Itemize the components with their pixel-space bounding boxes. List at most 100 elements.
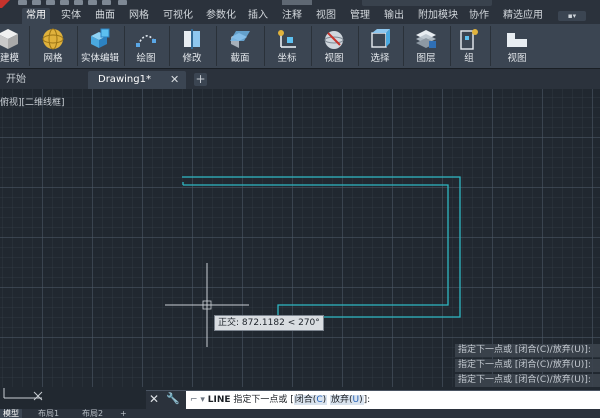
section-button[interactable]: 截面 xyxy=(218,24,262,68)
workspace-dropdown[interactable]: ▪▾ xyxy=(558,11,586,21)
line-outer[interactable] xyxy=(182,176,461,318)
ribbon-button-label: 修改 xyxy=(182,53,202,64)
tab-output[interactable]: 输出 xyxy=(384,8,404,24)
selection-cube-icon xyxy=(371,29,390,48)
ucs-icon xyxy=(3,388,43,401)
document-tab-bar: 开始 Drawing1* ✕ + xyxy=(0,69,600,89)
tab-drawing1[interactable]: Drawing1* ✕ xyxy=(88,71,186,89)
ribbon-button-label: 坐标 xyxy=(277,53,297,64)
tab-manage[interactable]: 管理 xyxy=(350,8,370,24)
tab-solid[interactable]: 实体 xyxy=(61,8,81,24)
ribbon-separator xyxy=(169,26,170,66)
view-sphere-button[interactable]: 视图 xyxy=(313,24,355,68)
new-tab-button[interactable]: + xyxy=(194,73,207,86)
tab-layout2[interactable]: 布局2 xyxy=(82,409,103,418)
ribbon-button-label: 视图 xyxy=(507,53,527,64)
ribbon-button-label: 网格 xyxy=(43,53,63,64)
option-close-label: 闭合( xyxy=(294,395,317,405)
layers-button[interactable]: 图层 xyxy=(405,24,447,68)
option-undo-end: ) xyxy=(359,395,363,405)
quick-access-toolbar xyxy=(0,0,600,10)
close-tab-icon[interactable]: ✕ xyxy=(170,71,179,89)
option-close-end: ) xyxy=(322,395,327,405)
tab-model[interactable]: 模型 xyxy=(0,409,22,418)
tab-insert[interactable]: 插入 xyxy=(248,8,268,24)
selection-button[interactable]: 选择 xyxy=(360,24,400,68)
ribbon-button-label: 图层 xyxy=(416,53,436,64)
new-file-icon[interactable] xyxy=(18,0,27,5)
tab-collaborate[interactable]: 协作 xyxy=(469,8,489,24)
ribbon-panel: 建模 网格 实体编辑 绘图 修改 截面 坐标 视图 选择 图层 组 视图 xyxy=(0,24,600,69)
ribbon-button-label: 组 xyxy=(464,53,474,64)
tab-drawing1-label: Drawing1* xyxy=(98,74,151,85)
drawing-canvas[interactable]: 俯视][二维线框] 正交: 872.1182 < 270° xyxy=(0,89,600,387)
layers-icon xyxy=(416,30,436,48)
tab-visualize[interactable]: 可视化 xyxy=(163,8,193,24)
option-undo[interactable]: 放弃(U) xyxy=(330,395,364,405)
open-file-icon[interactable] xyxy=(32,0,41,5)
command-name: LINE xyxy=(207,395,231,405)
view-icon xyxy=(507,33,527,47)
draw-arc-icon xyxy=(136,35,156,47)
ribbon-separator xyxy=(216,26,217,66)
share-icon[interactable] xyxy=(118,0,127,5)
line-inner[interactable] xyxy=(183,184,449,317)
coordinates-button[interactable]: 坐标 xyxy=(266,24,308,68)
tab-view[interactable]: 视图 xyxy=(316,8,336,24)
close-icon[interactable]: ✕ xyxy=(149,392,159,406)
save-as-icon[interactable] xyxy=(60,0,69,5)
option-close[interactable]: 闭合(C) xyxy=(293,395,328,405)
tab-annotate[interactable]: 注释 xyxy=(282,8,302,24)
ribbon-button-label: 截面 xyxy=(230,53,250,64)
save-icon[interactable] xyxy=(46,0,55,5)
command-prompt-suffix: ]: xyxy=(363,395,371,405)
cube-icon xyxy=(0,29,18,49)
view-button[interactable]: 视图 xyxy=(492,24,542,68)
layout-tab-bar: 模型 布局1 布局2 + xyxy=(0,409,600,418)
redo-icon[interactable] xyxy=(102,0,111,5)
plot-icon[interactable] xyxy=(74,0,83,5)
ribbon-separator xyxy=(77,26,78,66)
wrench-icon[interactable]: 🔧 xyxy=(166,392,180,405)
drawing-geometry xyxy=(165,176,461,347)
ribbon-button-label: 建模 xyxy=(0,53,20,64)
solid-edit-icon xyxy=(91,28,110,48)
ribbon-separator xyxy=(403,26,404,66)
tab-start[interactable]: 开始 xyxy=(6,71,86,89)
ribbon-separator xyxy=(264,26,265,66)
command-line: ✕ 🔧 ⌐ ▾ LINE 指定下一点或 [闭合(C) 放弃(U)]: xyxy=(146,390,600,409)
window-title xyxy=(282,0,312,5)
tab-parametric[interactable]: 参数化 xyxy=(206,8,236,24)
solid-edit-button[interactable]: 实体编辑 xyxy=(79,24,121,68)
tab-featured-apps[interactable]: 精选应用 xyxy=(503,8,543,24)
ribbon-separator xyxy=(29,26,30,66)
undo-icon[interactable] xyxy=(88,0,97,5)
ribbon-button-label: 选择 xyxy=(370,53,390,64)
tab-mesh[interactable]: 网格 xyxy=(129,8,149,24)
tab-start-label: 开始 xyxy=(6,74,26,85)
ribbon-button-label: 视图 xyxy=(324,53,344,64)
tab-addins[interactable]: 附加模块 xyxy=(418,8,458,24)
history-line: 指定下一点或 [闭合(C)/放弃(U)]: xyxy=(455,344,600,357)
mesh-sphere-icon xyxy=(42,28,64,50)
ribbon-button-label: 绘图 xyxy=(136,53,156,64)
tab-home[interactable]: 常用 xyxy=(22,8,50,24)
ribbon-separator xyxy=(124,26,125,66)
command-prompt-icon: ⌐ ▾ xyxy=(190,395,205,405)
ribbon-tab-bar: 常用 实体 曲面 网格 可视化 参数化 插入 注释 视图 管理 输出 附加模块 … xyxy=(0,8,600,24)
command-input[interactable]: ⌐ ▾ LINE 指定下一点或 [闭合(C) 放弃(U)]: xyxy=(186,391,600,409)
history-line: 指定下一点或 [闭合(C)/放弃(U)]: xyxy=(455,374,600,387)
group-button[interactable]: 组 xyxy=(452,24,486,68)
add-layout-button[interactable]: + xyxy=(120,409,127,418)
mesh-button[interactable]: 网格 xyxy=(33,24,73,68)
tab-layout1[interactable]: 布局1 xyxy=(38,409,59,418)
modify-icon xyxy=(184,29,200,49)
modeling-button[interactable]: 建模 xyxy=(0,24,22,68)
draw-button[interactable]: 绘图 xyxy=(126,24,166,68)
history-line: 指定下一点或 [闭合(C)/放弃(U)]: xyxy=(455,359,600,372)
option-undo-label: 放弃( xyxy=(331,395,353,405)
modify-button[interactable]: 修改 xyxy=(171,24,213,68)
search-input[interactable] xyxy=(362,0,492,6)
command-prompt-text: 指定下一点或 [ xyxy=(230,395,294,405)
tab-surface[interactable]: 曲面 xyxy=(95,8,115,24)
